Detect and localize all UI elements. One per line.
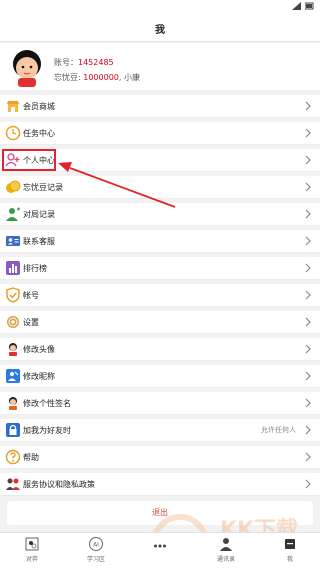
menu-item-label: 忘忧豆记录 <box>23 183 63 192</box>
user-icon <box>6 207 20 221</box>
menu-item-label: 加我为好友时 <box>23 426 71 435</box>
chevron-right-icon <box>305 263 311 273</box>
tab-play[interactable]: 对弈 <box>2 536 62 563</box>
menu-item-change-nickname[interactable]: 修改昵称 <box>0 365 320 388</box>
chevron-right-icon <box>305 290 311 300</box>
annotation-highlight-box <box>2 149 56 171</box>
avatar[interactable] <box>8 47 46 87</box>
chevron-right-icon <box>305 317 311 327</box>
clock-icon <box>5 125 21 141</box>
coins-icon <box>6 180 21 193</box>
menu-item-label: 排行榜 <box>23 264 47 273</box>
account-value: 1452485 <box>78 58 114 67</box>
chevron-right-icon <box>305 398 311 408</box>
account-number: 账号：1452485 <box>54 57 114 68</box>
menu-item-label: 设置 <box>23 318 39 327</box>
nav-bar: 我 <box>0 14 320 42</box>
battery-icon <box>305 2 314 10</box>
menu-item-friend-request[interactable]: 加我为好友时 允许任何人 <box>0 419 320 442</box>
signal-icon <box>292 2 301 10</box>
chevron-right-icon <box>305 155 311 165</box>
menu-item-agreement[interactable]: 服务协议和隐私政策 <box>0 473 320 496</box>
agreement-icon <box>6 478 20 490</box>
menu-item-help[interactable]: 帮助 <box>0 446 320 469</box>
tab-label: 我 <box>286 556 293 563</box>
profile-icon <box>285 539 295 549</box>
tab-more[interactable] <box>130 536 190 554</box>
chevron-right-icon <box>305 182 311 192</box>
menu-item-settings[interactable]: 设置 <box>0 311 320 334</box>
menu-item-label: 修改个性签名 <box>23 399 71 408</box>
menu-item-label: 联系客服 <box>23 237 55 246</box>
chevron-right-icon <box>305 371 311 381</box>
more-icon <box>154 544 166 548</box>
tab-label: 学习区 <box>86 556 105 563</box>
lock-icon <box>6 423 20 437</box>
menu-item-contact-support[interactable]: 联系客服 <box>0 230 320 253</box>
shop-icon <box>7 101 19 112</box>
menu-item-label: 修改头像 <box>23 345 55 354</box>
menu-item-change-signature[interactable]: 修改个性签名 <box>0 392 320 415</box>
beans-suffix: , 小康 <box>118 73 140 82</box>
contacts-icon <box>220 538 232 551</box>
friend-request-setting-value: 允许任何人 <box>261 426 296 434</box>
chevron-right-icon <box>305 236 311 246</box>
menu-item-label: 修改昵称 <box>23 372 55 381</box>
bottom-tab-bar: 对弈 AI 学习区 通讯录 我 <box>0 532 320 569</box>
status-bar <box>0 0 320 14</box>
help-icon <box>5 449 21 465</box>
logout-button[interactable]: 退出 <box>7 501 313 525</box>
chevron-right-icon <box>305 425 311 435</box>
signature-icon <box>9 397 17 410</box>
menu-item-label: 帐号 <box>23 291 39 300</box>
menu-item-change-avatar[interactable]: 修改头像 <box>0 338 320 361</box>
menu-item-member-shop[interactable]: 会员商城 <box>0 95 320 118</box>
tab-label: 对弈 <box>25 556 38 563</box>
svg-text:AI: AI <box>93 542 99 549</box>
menu-item-task-center[interactable]: 任务中心 <box>0 122 320 145</box>
menu-item-label: 对局记录 <box>23 210 55 219</box>
menu-item-label: 帮助 <box>23 453 39 462</box>
menu-item-label: 会员商城 <box>23 102 55 111</box>
menu-item-label: 任务中心 <box>23 129 55 138</box>
shield-icon <box>6 287 20 303</box>
logout-label: 退出 <box>152 508 168 517</box>
chevron-right-icon <box>305 452 311 462</box>
ranking-icon <box>6 261 20 275</box>
tab-contacts[interactable]: 通讯录 <box>196 536 256 563</box>
account-label: 账号： <box>54 58 78 67</box>
profile-header[interactable]: 账号：1452485 忘忧豆: 1000000, 小康 <box>0 43 320 90</box>
menu-item-label: 服务协议和隐私政策 <box>23 480 95 489</box>
tab-label: 通讯录 <box>216 556 235 563</box>
menu-item-game-record[interactable]: 对局记录 <box>0 203 320 226</box>
beans-label: 忘忧豆: <box>54 73 84 82</box>
tab-me[interactable]: 我 <box>260 536 320 563</box>
beans-value: 1000000 <box>83 73 119 82</box>
menu-item-ranking[interactable]: 排行榜 <box>0 257 320 280</box>
edit-icon <box>6 369 20 383</box>
avatar-edit-icon <box>9 343 17 356</box>
contact-card-icon <box>6 236 20 246</box>
chevron-right-icon <box>305 479 311 489</box>
tab-study[interactable]: AI 学习区 <box>66 536 126 563</box>
menu-item-beans-record[interactable]: 忘忧豆记录 <box>0 176 320 199</box>
gear-icon <box>7 316 19 328</box>
chevron-right-icon <box>305 101 311 111</box>
chevron-right-icon <box>305 128 311 138</box>
page-title: 我 <box>155 25 165 36</box>
menu-item-account[interactable]: 帐号 <box>0 284 320 307</box>
chevron-right-icon <box>305 344 311 354</box>
board-icon <box>25 537 39 551</box>
ai-icon: AI <box>89 537 103 551</box>
chevron-right-icon <box>305 209 311 219</box>
beans-balance: 忘忧豆: 1000000, 小康 <box>54 72 140 83</box>
